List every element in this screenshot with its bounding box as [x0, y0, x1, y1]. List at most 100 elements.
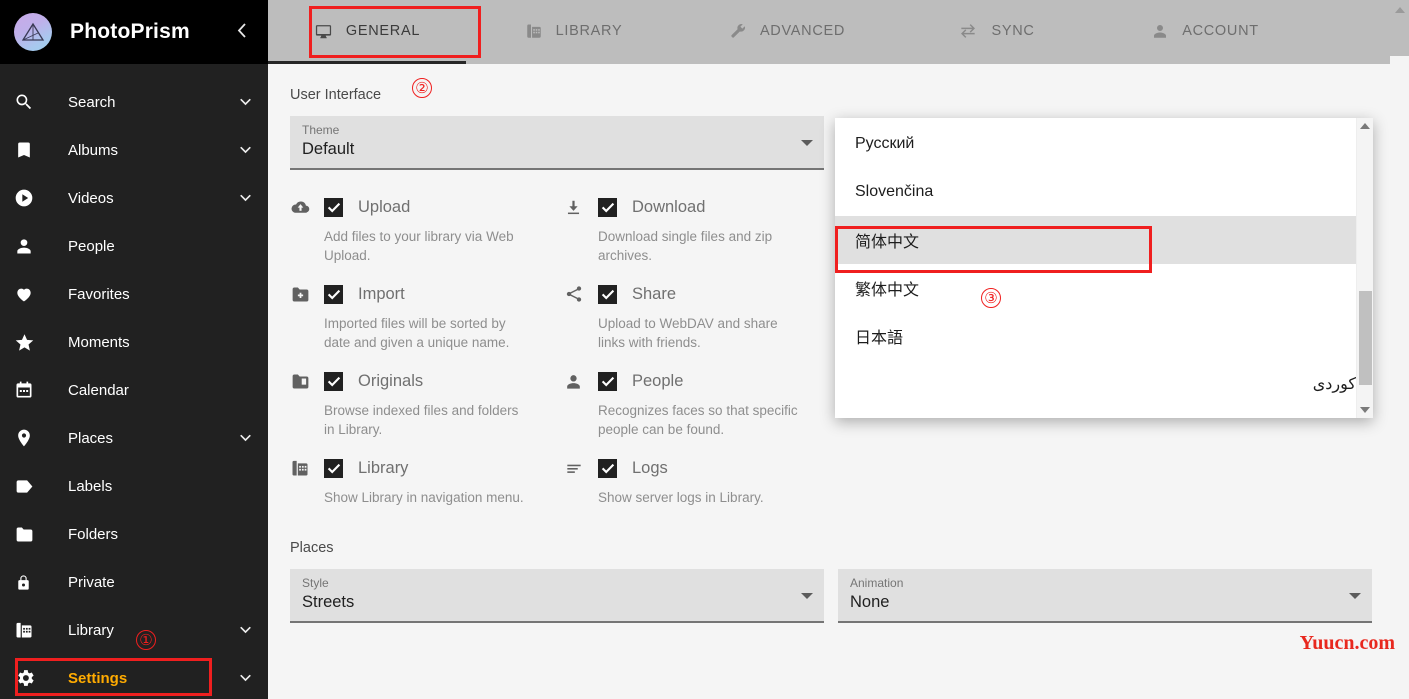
cloud-upload-icon [290, 197, 324, 218]
sidebar-item-albums[interactable]: Albums [0, 126, 268, 174]
share-checkbox[interactable] [598, 284, 617, 304]
language-dropdown-menu[interactable]: Русский Slovenčina 简体中文 繁体中文 日本語 کوردی [835, 118, 1373, 418]
chevron-down-icon[interactable] [238, 98, 256, 107]
photoprism-settings-page: PhotoPrism Search Albums Videos People F… [0, 0, 1409, 699]
option-label: People [632, 371, 684, 390]
language-option-selected[interactable]: 简体中文 [835, 216, 1356, 264]
sidebar-item-videos[interactable]: Videos [0, 174, 268, 222]
sidebar-item-settings[interactable]: Settings [0, 654, 268, 699]
language-option[interactable]: Русский [835, 120, 1356, 168]
brand-name: PhotoPrism [70, 20, 190, 43]
option-import: Import Imported files will be sorted by … [290, 281, 550, 352]
calendar-icon [14, 380, 52, 400]
heart-icon [14, 284, 52, 304]
sidebar-item-library[interactable]: Library [0, 606, 268, 654]
annotation-marker-1: ① [136, 630, 156, 650]
sidebar-item-search[interactable]: Search [0, 78, 268, 126]
sidebar-item-label: Search [68, 93, 116, 111]
option-description: Show server logs in Library. [598, 490, 764, 505]
tab-account[interactable]: ACCOUNT [1100, 0, 1310, 62]
sidebar-item-label: Calendar [68, 381, 129, 399]
chevron-down-icon[interactable] [238, 146, 256, 155]
sidebar-item-label: Private [68, 573, 115, 591]
chevron-down-icon[interactable] [238, 434, 256, 443]
import-checkbox[interactable] [324, 284, 343, 304]
library-checkbox[interactable] [324, 458, 343, 478]
sidebar-item-label: Favorites [68, 285, 130, 303]
tab-advanced[interactable]: ADVANCED [681, 0, 893, 62]
chevron-left-icon[interactable] [231, 18, 254, 47]
language-option[interactable]: Slovenčina [835, 168, 1356, 216]
scrollbar-thumb[interactable] [1359, 291, 1372, 385]
page-scrollbar[interactable] [1390, 0, 1409, 699]
scroll-up-arrow-icon[interactable] [1360, 123, 1370, 129]
sidebar-nav-list: Search Albums Videos People Favorites Mo… [0, 64, 268, 699]
share-icon [564, 284, 598, 304]
tab-general[interactable]: GENERAL [268, 0, 466, 64]
sync-arrows-icon [958, 21, 978, 41]
language-option[interactable]: 繁体中文 [835, 264, 1356, 312]
language-option-list: Русский Slovenčina 简体中文 繁体中文 日本語 کوردی [835, 118, 1356, 418]
play-circle-icon [14, 188, 52, 208]
tab-label: SYNC [991, 23, 1035, 39]
logs-lines-icon [564, 458, 598, 478]
person-icon [14, 236, 52, 256]
language-option[interactable]: کوردی [835, 360, 1356, 408]
chevron-down-icon[interactable] [238, 194, 256, 203]
sidebar-item-label: People [68, 237, 115, 255]
folder-plus-icon [290, 284, 324, 305]
dropdown-scrollbar[interactable] [1356, 118, 1373, 418]
gear-icon [14, 667, 52, 689]
people-checkbox[interactable] [598, 371, 617, 391]
style-select-label: Style [302, 576, 329, 590]
star-icon [14, 332, 52, 353]
theme-field-wrapper: Theme Default [290, 116, 824, 170]
language-option[interactable]: 日本語 [835, 312, 1356, 360]
sidebar: PhotoPrism Search Albums Videos People F… [0, 0, 268, 699]
style-select[interactable]: Style Streets [290, 569, 824, 623]
option-label: Share [632, 284, 677, 303]
sidebar-item-private[interactable]: Private [0, 558, 268, 606]
originals-checkbox[interactable] [324, 371, 343, 391]
theme-select-value: Default [302, 140, 355, 158]
option-label: Import [358, 284, 405, 303]
sidebar-item-calendar[interactable]: Calendar [0, 366, 268, 414]
option-label: Library [358, 458, 409, 477]
chevron-down-icon[interactable] [801, 593, 813, 599]
settings-tab-bar: GENERAL LIBRARY ADVANCED SYNC ACCOUNT [268, 0, 1409, 64]
theme-select[interactable]: Theme Default [290, 116, 824, 170]
scroll-up-arrow-icon[interactable] [1395, 7, 1405, 13]
tab-library[interactable]: LIBRARY [466, 0, 681, 62]
section-title-places: Places [290, 540, 334, 556]
theme-select-label: Theme [302, 123, 340, 137]
sidebar-item-places[interactable]: Places [0, 414, 268, 462]
chevron-down-icon[interactable] [238, 674, 256, 683]
download-icon [564, 198, 598, 217]
sidebar-item-folders[interactable]: Folders [0, 510, 268, 558]
upload-checkbox[interactable] [324, 197, 343, 217]
library-icon [525, 22, 543, 40]
sidebar-item-labels[interactable]: Labels [0, 462, 268, 510]
tab-sync[interactable]: SYNC [893, 0, 1100, 62]
scroll-down-arrow-icon[interactable] [1360, 407, 1370, 413]
animation-select[interactable]: Animation None [838, 569, 1372, 623]
folder-icon [14, 524, 52, 545]
sidebar-item-people[interactable]: People [0, 222, 268, 270]
sidebar-item-label: Folders [68, 525, 119, 543]
chevron-down-icon[interactable] [801, 140, 813, 146]
library-icon [290, 458, 324, 478]
logs-checkbox[interactable] [598, 458, 617, 478]
sidebar-item-label: Albums [68, 141, 119, 159]
download-checkbox[interactable] [598, 197, 617, 217]
sidebar-item-moments[interactable]: Moments [0, 318, 268, 366]
sidebar-item-favorites[interactable]: Favorites [0, 270, 268, 318]
annotation-marker-2: ② [412, 78, 432, 98]
feature-column-left: Upload Add files to your library via Web… [290, 194, 824, 523]
chevron-down-icon[interactable] [238, 626, 256, 635]
option-download: Download Download single files and zip a… [564, 194, 824, 265]
option-library: Library Show Library in navigation menu. [290, 455, 550, 507]
search-icon [14, 92, 52, 112]
sidebar-item-label: Labels [68, 477, 113, 495]
chevron-down-icon[interactable] [1349, 593, 1361, 599]
sidebar-item-label: Places [68, 429, 114, 447]
